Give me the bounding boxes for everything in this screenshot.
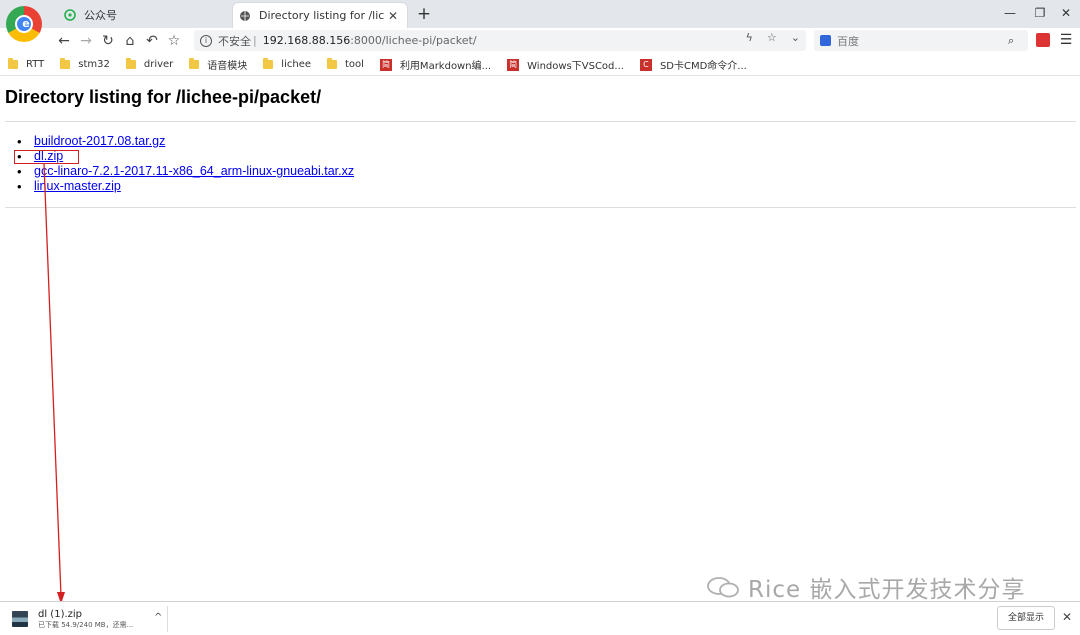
show-all-button[interactable]: 全部显示 [997,606,1055,630]
download-item[interactable]: dl (1).zip 已下载 54.9/240 MB，还需... ^ [8,606,168,632]
browser-logo-icon: e [6,6,42,42]
download-status: 已下载 54.9/240 MB，还需... [38,620,134,629]
download-filename: dl (1).zip [38,608,83,620]
archive-file-icon [12,611,28,627]
browser-window: e 公众号 Directory listing for /lichee-pi/ … [0,0,1080,635]
chevron-up-icon[interactable]: ^ [154,612,162,623]
close-shelf-icon[interactable]: ✕ [1062,610,1072,624]
annotation-arrow [43,163,65,604]
download-shelf: dl (1).zip 已下载 54.9/240 MB，还需... ^ 全部显示 … [0,601,1080,635]
